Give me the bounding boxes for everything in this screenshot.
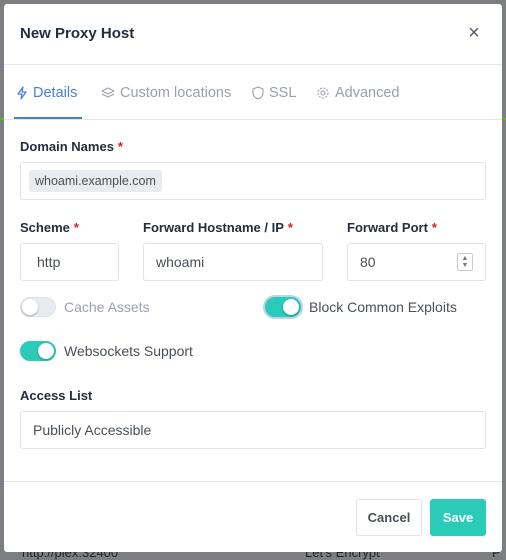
cancel-button[interactable]: Cancel [356, 499, 422, 536]
forward-hostname-input[interactable]: whoami [143, 243, 323, 281]
forward-port-value: 80 [360, 254, 376, 270]
modal-footer: Cancel Save [4, 481, 502, 552]
gear-icon [317, 87, 329, 99]
save-button[interactable]: Save [430, 499, 486, 536]
active-tab-indicator [14, 117, 82, 119]
scheme-value: http [37, 254, 61, 270]
modal-title: New Proxy Host [20, 25, 135, 42]
tab-custom-locations[interactable]: Custom locations [101, 83, 231, 103]
tab-bar: Details Custom locations SSL Advanced [4, 65, 502, 120]
layers-icon [101, 87, 115, 98]
required-mark: * [117, 139, 123, 154]
lightning-icon [17, 86, 27, 100]
access-list-value: Publicly Accessible [33, 422, 152, 438]
tab-details[interactable]: Details [16, 83, 77, 103]
port-stepper[interactable]: ▲ ▼ [457, 253, 473, 271]
switch-knob [22, 299, 38, 315]
forward-port-label-text: Forward Port [347, 220, 428, 235]
scheme-label-text: Scheme [20, 220, 70, 235]
cache-assets-label: Cache Assets [64, 299, 150, 315]
domain-names-input[interactable]: whoami.example.com [20, 162, 486, 200]
close-icon: × [468, 22, 480, 44]
block-common-exploits-switch[interactable] [265, 297, 301, 317]
websockets-support-label: Websockets Support [64, 343, 193, 359]
websockets-support-switch[interactable] [20, 341, 56, 361]
websockets-support-toggle[interactable]: Websockets Support [20, 341, 193, 361]
forward-port-label: Forward Port * [347, 220, 437, 235]
cache-assets-switch[interactable] [20, 297, 56, 317]
shield-icon [252, 86, 264, 100]
tab-label: SSL [269, 85, 297, 101]
domain-tag[interactable]: whoami.example.com [29, 170, 162, 192]
forward-hostname-value: whoami [156, 254, 205, 270]
cache-assets-toggle[interactable]: Cache Assets [20, 297, 150, 317]
new-proxy-host-modal: New Proxy Host × Details Custom location… [4, 4, 502, 552]
access-list-label: Access List [20, 388, 93, 403]
scheme-label: Scheme * [20, 220, 79, 235]
chevron-up-icon[interactable]: ▲ [462, 255, 469, 262]
domain-names-label: Domain Names * [20, 139, 123, 154]
modal-header: New Proxy Host × [4, 4, 502, 65]
forward-hostname-label: Forward Hostname / IP * [143, 220, 293, 235]
tab-advanced[interactable]: Advanced [316, 83, 400, 103]
domain-names-label-text: Domain Names [20, 139, 114, 154]
block-common-exploits-toggle[interactable]: Block Common Exploits [265, 297, 457, 317]
scheme-input[interactable]: http [20, 243, 119, 281]
close-button[interactable]: × [464, 22, 484, 44]
access-list-select[interactable]: Publicly Accessible [20, 411, 486, 449]
tab-label: Custom locations [120, 85, 232, 101]
switch-knob [38, 343, 54, 359]
forward-hostname-label-text: Forward Hostname / IP [143, 220, 284, 235]
required-mark: * [431, 220, 437, 235]
chevron-down-icon[interactable]: ▼ [462, 262, 469, 269]
tab-label: Advanced [335, 85, 400, 101]
required-mark: * [287, 220, 293, 235]
forward-port-input[interactable]: 80 ▲ ▼ [347, 243, 486, 281]
tab-label: Details [33, 85, 78, 101]
switch-knob [283, 299, 299, 315]
block-common-exploits-label: Block Common Exploits [309, 299, 457, 315]
required-mark: * [73, 220, 79, 235]
tab-ssl[interactable]: SSL [252, 83, 296, 103]
